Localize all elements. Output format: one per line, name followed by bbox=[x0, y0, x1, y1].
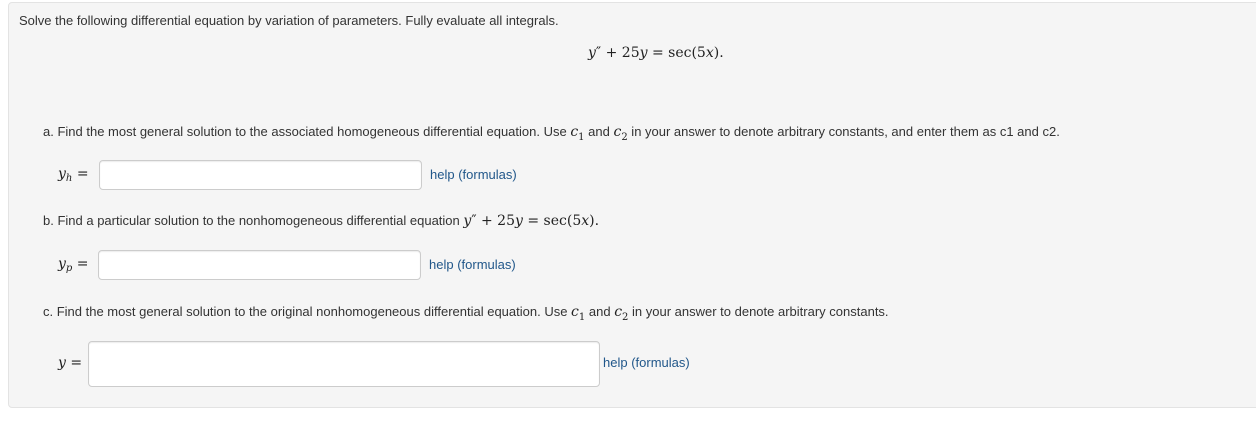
part-b-question: b. Find a particular solution to the non… bbox=[43, 213, 599, 229]
eq-y: y bbox=[588, 45, 596, 61]
y-label: y = bbox=[58, 355, 83, 371]
help-formulas-link-a[interactable]: help (formulas) bbox=[430, 167, 517, 182]
part-c-question: c. Find the most general solution to the… bbox=[43, 304, 889, 323]
part-b-equation: y″ + 25y = sec(5x). bbox=[463, 213, 600, 229]
part-a-text-1: a. Find the most general solution to the… bbox=[43, 124, 571, 139]
part-c-text-2: in your answer to denote arbitrary const… bbox=[628, 304, 889, 319]
c1-symbol: c1 bbox=[570, 124, 585, 143]
part-c-text-1: c. Find the most general solution to the… bbox=[43, 304, 572, 319]
yh-answer-input[interactable] bbox=[99, 160, 422, 190]
help-formulas-link-b[interactable]: help (formulas) bbox=[429, 257, 516, 272]
part-a-question: a. Find the most general solution to the… bbox=[43, 124, 1060, 143]
eq-plus: + 25 bbox=[601, 45, 640, 61]
yp-answer-input[interactable] bbox=[98, 250, 421, 280]
help-formulas-link-c[interactable]: help (formulas) bbox=[603, 355, 690, 370]
c2-symbol-c: c2 bbox=[614, 304, 629, 323]
eq-close: ). bbox=[713, 45, 724, 61]
part-b-text-1: b. Find a particular solution to the non… bbox=[43, 213, 464, 228]
problem-panel: Solve the following differential equatio… bbox=[8, 2, 1256, 408]
differential-equation: y″ + 25y = sec(5x). bbox=[588, 45, 724, 61]
eq-y2: y bbox=[639, 45, 648, 61]
eq-equals: = sec(5 bbox=[647, 45, 706, 61]
part-c-and: and bbox=[585, 304, 615, 319]
part-a-text-2: in your answer to denote arbitrary const… bbox=[627, 124, 1060, 139]
yp-label: yp = bbox=[58, 256, 89, 274]
part-a-and: and bbox=[584, 124, 614, 139]
eq-x: x bbox=[705, 45, 714, 61]
y-answer-textarea[interactable] bbox=[88, 341, 600, 387]
c2-symbol: c2 bbox=[613, 124, 628, 143]
yh-label: yh = bbox=[58, 166, 89, 184]
c1-symbol-c: c1 bbox=[571, 304, 586, 323]
problem-instructions: Solve the following differential equatio… bbox=[19, 13, 559, 28]
